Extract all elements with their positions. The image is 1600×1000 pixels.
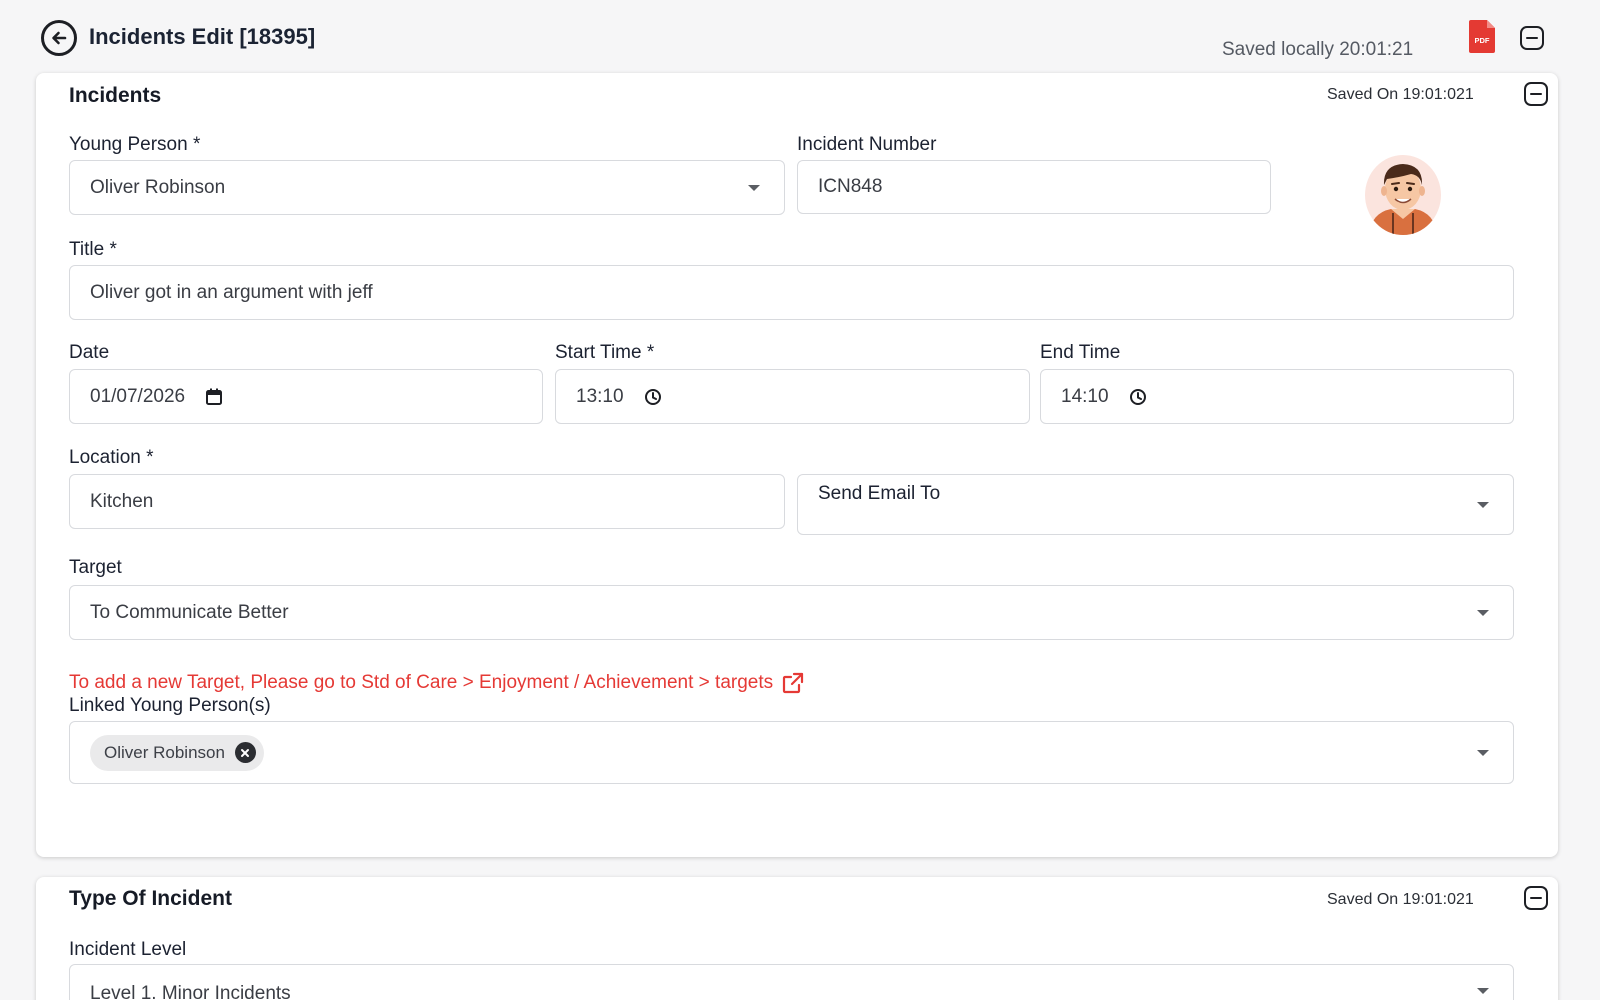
start-time-value: 13:10: [576, 385, 624, 407]
title-value: Oliver got in an argument with jeff: [90, 281, 373, 303]
start-time-label: Start Time *: [555, 342, 655, 363]
incident-level-value: Level 1. Minor Incidents: [90, 983, 291, 1000]
date-label: Date: [69, 342, 110, 363]
collapse-all-button[interactable]: [1520, 26, 1544, 50]
clock-icon[interactable]: [1129, 388, 1147, 406]
title-label: Title *: [69, 239, 117, 260]
chevron-down-icon: [1477, 749, 1489, 756]
location-label: Location *: [69, 447, 154, 468]
incident-number-value: ICN848: [818, 176, 883, 197]
pdf-icon: PDF: [1469, 20, 1495, 53]
linked-person-chip[interactable]: Oliver Robinson: [90, 734, 264, 771]
type-collapse-button[interactable]: [1524, 886, 1548, 910]
send-email-select[interactable]: Send Email To: [797, 474, 1514, 535]
target-label: Target: [69, 557, 122, 578]
target-value: To Communicate Better: [90, 601, 289, 623]
chevron-down-icon: [748, 184, 760, 191]
location-value: Kitchen: [90, 490, 154, 512]
arrow-left-icon: [52, 31, 67, 45]
page-title: Incidents Edit [18395]: [89, 24, 316, 49]
send-email-label: Send Email To: [818, 483, 941, 504]
clock-icon[interactable]: [644, 388, 662, 406]
end-time-value: 14:10: [1061, 385, 1109, 407]
top-bar: Incidents Edit [18395] Saved locally 20:…: [0, 0, 1600, 72]
close-icon: [241, 748, 250, 757]
incidents-section-title: Incidents: [69, 84, 162, 107]
pdf-icon-label: PDF: [1475, 36, 1490, 45]
start-time-field[interactable]: 13:10: [555, 369, 1030, 424]
type-of-incident-card: Type Of Incident Saved On 19:01:021 Inci…: [36, 877, 1558, 1000]
young-person-label: Young Person *: [69, 134, 201, 155]
young-person-value: Oliver Robinson: [90, 176, 226, 198]
pdf-export-button[interactable]: PDF: [1469, 20, 1495, 53]
incidents-card: Incidents Saved On 19:01:021 Young Perso…: [36, 73, 1558, 857]
remove-chip-button[interactable]: [234, 742, 256, 763]
calendar-icon[interactable]: [205, 388, 223, 406]
incident-number-label: Incident Number: [797, 134, 937, 155]
date-value: 01/07/2026: [90, 385, 186, 407]
location-field[interactable]: Kitchen: [69, 474, 785, 529]
chevron-down-icon: [1477, 501, 1489, 508]
linked-young-person-select[interactable]: Oliver Robinson: [69, 721, 1514, 784]
target-hint: To add a new Target, Please go to Std of…: [69, 672, 804, 694]
title-field[interactable]: Oliver got in an argument with jeff: [69, 265, 1514, 320]
young-person-avatar: [1365, 155, 1441, 235]
date-field[interactable]: 01/07/2026: [69, 369, 543, 424]
back-button[interactable]: [41, 20, 77, 56]
target-hint-text: To add a new Target, Please go to Std of…: [69, 672, 774, 693]
external-link-icon[interactable]: [782, 672, 804, 694]
chevron-down-icon: [1477, 988, 1489, 994]
young-person-select[interactable]: Oliver Robinson: [69, 160, 785, 215]
linked-young-person-label: Linked Young Person(s): [69, 695, 271, 716]
avatar-image: [1369, 164, 1437, 235]
end-time-field[interactable]: 14:10: [1040, 369, 1514, 424]
end-time-label: End Time: [1040, 342, 1121, 363]
incident-level-label: Incident Level: [69, 939, 187, 960]
saved-locally-status: Saved locally 20:01:21: [1222, 39, 1414, 60]
incidents-collapse-button[interactable]: [1524, 82, 1548, 106]
incident-number-field[interactable]: ICN848: [797, 160, 1271, 214]
chevron-down-icon: [1477, 609, 1489, 616]
type-saved-on: Saved On 19:01:021: [1327, 891, 1474, 908]
incident-level-select[interactable]: Level 1. Minor Incidents: [69, 964, 1514, 1000]
type-section-title: Type Of Incident: [69, 887, 232, 910]
target-select[interactable]: To Communicate Better: [69, 585, 1514, 640]
linked-person-chip-label: Oliver Robinson: [104, 742, 225, 762]
incidents-saved-on: Saved On 19:01:021: [1327, 86, 1474, 103]
